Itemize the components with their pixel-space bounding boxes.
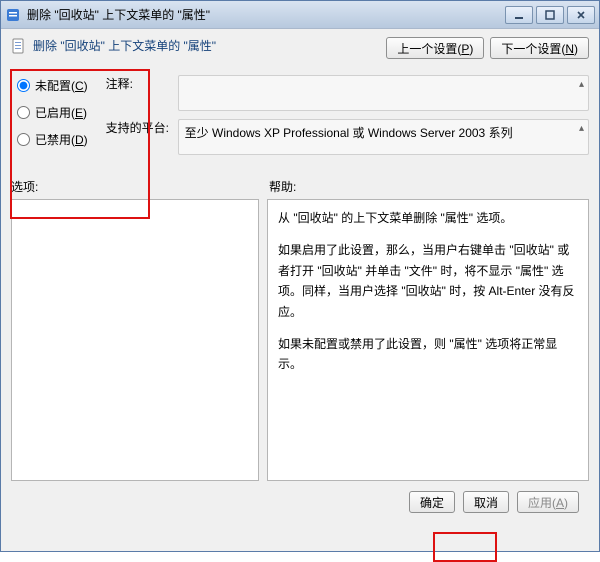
cancel-button[interactable]: 取消 [463,491,509,513]
radio-disabled[interactable] [17,133,30,146]
policy-title: 删除 "回收站" 上下文菜单的 "属性" [33,37,216,54]
state-radios: 未配置(C) 已启用(E) 已禁用(D) [11,67,92,158]
titlebar[interactable]: 删除 "回收站" 上下文菜单的 "属性" [1,1,599,29]
previous-setting-button[interactable]: 上一个设置(P) [386,37,484,59]
chevron-up-icon: ▴ [579,123,584,134]
comment-label: 注释: [106,75,170,111]
help-paragraph: 如果未配置或禁用了此设置，则 "属性" 选项将正常显示。 [278,334,578,375]
dialog-window: 删除 "回收站" 上下文菜单的 "属性" 删除 "回收站" 上下文菜单的 "属性… [0,0,600,552]
options-label: 选项: [11,178,259,195]
minimize-button[interactable] [505,6,533,24]
ok-button[interactable]: 确定 [409,491,455,513]
content-area: 删除 "回收站" 上下文菜单的 "属性" 上一个设置(P) 下一个设置(N) 未… [1,29,599,551]
platform-box: 至少 Windows XP Professional 或 Windows Ser… [178,119,589,155]
panels: 从 "回收站" 的上下文菜单删除 "属性" 选项。 如果启用了此设置，那么，当用… [11,199,589,481]
radio-enabled-label[interactable]: 已启用(E) [35,104,87,121]
platform-value: 至少 Windows XP Professional 或 Windows Ser… [185,126,513,140]
radio-disabled-label[interactable]: 已禁用(D) [35,131,88,148]
help-paragraph: 从 "回收站" 的上下文菜单删除 "属性" 选项。 [278,208,578,228]
chevron-up-icon: ▴ [579,79,584,90]
policy-icon [11,38,27,54]
meta-column: 注释: ▴ 支持的平台: 至少 Windows XP Professional … [106,67,589,155]
options-panel[interactable] [11,199,259,481]
window-title: 删除 "回收站" 上下文菜单的 "属性" [27,6,505,23]
next-setting-button[interactable]: 下一个设置(N) [490,37,589,59]
maximize-button[interactable] [536,6,564,24]
window-controls [505,6,595,24]
panel-labels: 选项: 帮助: [11,178,589,195]
header-row: 删除 "回收站" 上下文菜单的 "属性" 上一个设置(P) 下一个设置(N) [11,37,589,59]
comment-box[interactable]: ▴ [178,75,589,111]
radio-enabled[interactable] [17,106,30,119]
help-panel[interactable]: 从 "回收站" 的上下文菜单删除 "属性" 选项。 如果启用了此设置，那么，当用… [267,199,589,481]
help-paragraph: 如果启用了此设置，那么，当用户右键单击 "回收站" 或者打开 "回收站" 并单击… [278,240,578,322]
dialog-footer: 确定 取消 应用(A) [11,481,589,523]
help-label: 帮助: [269,178,296,195]
apply-button[interactable]: 应用(A) [517,491,579,513]
radio-not-configured-label[interactable]: 未配置(C) [35,77,88,94]
config-row: 未配置(C) 已启用(E) 已禁用(D) 注释: ▴ 支持的平台: [11,67,589,158]
annotation-highlight-ok [433,532,497,562]
close-button[interactable] [567,6,595,24]
app-icon [5,7,21,23]
radio-not-configured[interactable] [17,79,30,92]
platform-label: 支持的平台: [106,119,170,155]
